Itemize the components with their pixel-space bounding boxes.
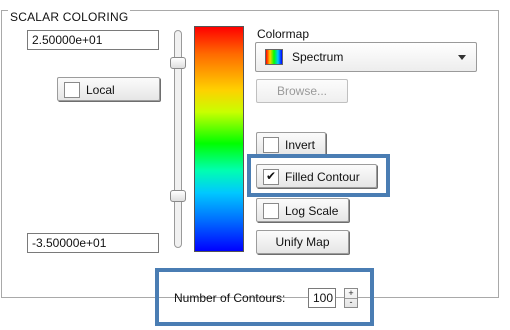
local-label: Local [86, 83, 115, 97]
local-checkbox[interactable] [64, 82, 80, 98]
spectrum-swatch-icon [265, 49, 283, 65]
max-slider-thumb[interactable] [170, 57, 186, 69]
max-range-field[interactable]: 2.50000e+01 [27, 30, 159, 50]
colormap-selected: Spectrum [292, 50, 344, 64]
invert-checkbox[interactable] [263, 137, 279, 153]
filled-contour-toggle-button[interactable]: Filled Contour [256, 164, 377, 188]
filled-contour-label: Filled Contour [285, 170, 360, 184]
unify-map-button[interactable]: Unify Map [256, 230, 349, 254]
chevron-down-icon [458, 55, 466, 60]
colormap-select[interactable]: Spectrum [255, 42, 477, 72]
log-scale-toggle-button[interactable]: Log Scale [256, 198, 349, 222]
invert-label: Invert [285, 138, 316, 152]
panel-title: SCALAR COLORING [8, 10, 131, 24]
contours-spinner[interactable]: + - [344, 288, 358, 308]
colorbar [194, 26, 244, 252]
filled-contour-checkbox[interactable] [263, 169, 279, 185]
contours-label: Number of Contours: [174, 291, 286, 305]
local-toggle-button[interactable]: Local [57, 77, 160, 101]
invert-toggle-button[interactable]: Invert [256, 132, 326, 156]
min-range-field[interactable]: -3.50000e+01 [27, 233, 159, 253]
contours-value-input[interactable]: 100 [308, 288, 336, 308]
spin-down-icon[interactable]: - [345, 298, 357, 307]
log-scale-label: Log Scale [285, 204, 339, 218]
browse-button[interactable]: Browse... [256, 79, 348, 103]
colormap-label: Colormap [257, 27, 310, 41]
min-slider-thumb[interactable] [170, 190, 186, 202]
log-scale-checkbox[interactable] [263, 203, 279, 219]
